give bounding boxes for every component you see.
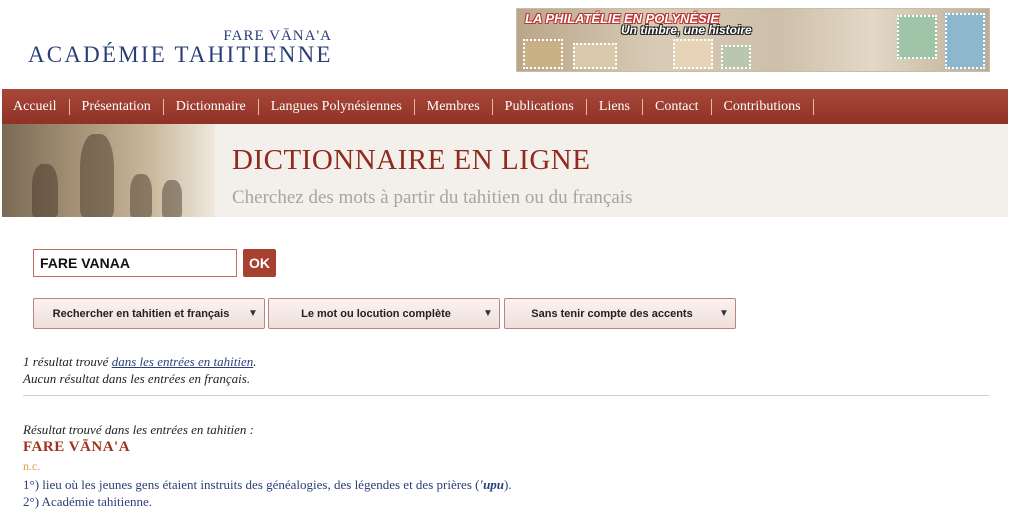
tahitian-entries-link[interactable]: dans les entrées en tahitien <box>112 354 254 369</box>
language-select-value: Rechercher en tahitien et français <box>52 307 230 320</box>
result-count-suffix: . <box>253 354 257 369</box>
page-title: DICTIONNAIRE EN LIGNE <box>232 144 591 176</box>
entry-definition-2: 2°) Académie tahitienne. <box>23 494 153 509</box>
chevron-down-icon: ▼ <box>719 308 729 319</box>
chevron-down-icon: ▼ <box>483 308 493 319</box>
match-select[interactable]: Le mot ou locution complète ▼ <box>268 298 500 329</box>
nav-item-contact[interactable]: Contact <box>643 98 712 115</box>
nav-item-presentation[interactable]: Présentation <box>70 98 164 115</box>
philately-banner[interactable]: LA PHILATÉLIE EN POLYNÉSIE Un timbre, un… <box>516 8 990 72</box>
nav-item-contributions[interactable]: Contributions <box>712 98 814 115</box>
hero-section: DICTIONNAIRE EN LIGNE Cherchez des mots … <box>2 124 1008 217</box>
banner-subtitle: Un timbre, une histoire <box>621 23 752 37</box>
definition-1-end: ). <box>504 477 512 492</box>
nav-item-membres[interactable]: Membres <box>415 98 493 115</box>
entry-headword: FARE VĀNA'A <box>23 439 131 455</box>
logo-title: ACADÉMIE TAHITIENNE <box>28 42 333 67</box>
ok-button[interactable]: OK <box>243 249 276 277</box>
nav-item-dictionnaire[interactable]: Dictionnaire <box>164 98 259 115</box>
entry-part-of-speech: n.c. <box>23 459 41 473</box>
main-nav: Accueil Présentation Dictionnaire Langue… <box>2 89 1008 124</box>
accents-select-value: Sans tenir compte des accents <box>531 307 693 320</box>
result-count-text: 1 résultat trouvé <box>23 354 112 369</box>
page-subtitle: Cherchez des mots à partir du tahitien o… <box>232 187 633 208</box>
definition-1-text: 1°) lieu où les jeunes gens étaient inst… <box>23 477 480 492</box>
entry-definition-1: 1°) lieu où les jeunes gens étaient inst… <box>23 477 512 493</box>
result-summary: 1 résultat trouvé dans les entrées en ta… <box>23 353 256 387</box>
chevron-down-icon: ▼ <box>248 308 258 319</box>
site-logo[interactable]: FARE VĀNA'A ACADÉMIE TAHITIENNE <box>28 28 338 72</box>
nav-item-langues[interactable]: Langues Polynésiennes <box>259 98 415 115</box>
french-result-line: Aucun résultat dans les entrées en franç… <box>23 371 251 386</box>
nav-item-liens[interactable]: Liens <box>587 98 643 115</box>
match-select-value: Le mot ou locution complète <box>301 307 451 320</box>
accents-select[interactable]: Sans tenir compte des accents ▼ <box>504 298 736 329</box>
tahitian-result-line: 1 résultat trouvé dans les entrées en ta… <box>23 353 256 370</box>
search-input[interactable] <box>33 249 237 277</box>
nav-item-accueil[interactable]: Accueil <box>2 98 70 115</box>
results-divider <box>23 395 989 396</box>
entries-heading: Résultat trouvé dans les entrées en tahi… <box>23 422 254 437</box>
definition-1-term: 'upu <box>479 477 505 492</box>
nav-item-publications[interactable]: Publications <box>493 98 587 115</box>
hero-engraving-image <box>2 124 215 217</box>
language-select[interactable]: Rechercher en tahitien et français ▼ <box>33 298 265 329</box>
